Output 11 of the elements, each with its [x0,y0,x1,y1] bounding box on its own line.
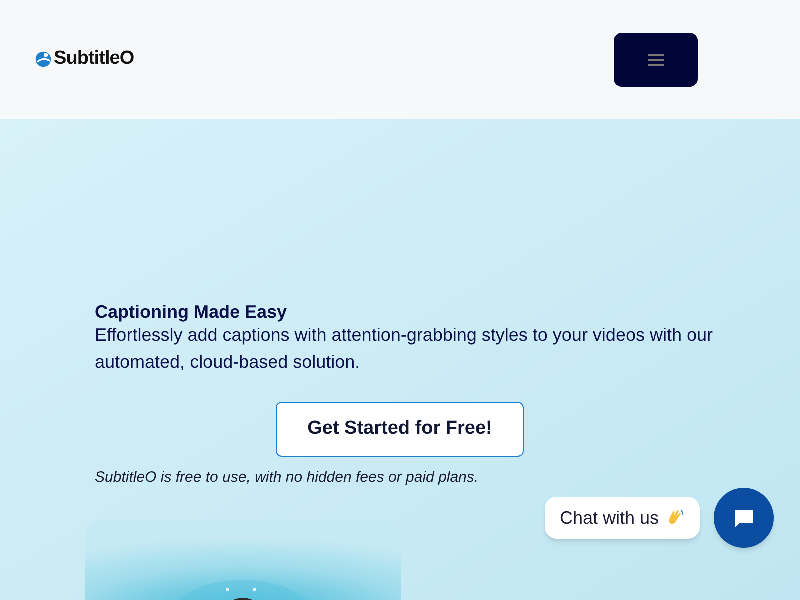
chat-button[interactable] [714,488,774,548]
free-note: SubtitleO is free to use, with no hidden fees or paid plans. [95,468,480,488]
menu-icon [648,52,664,66]
hero-title: Captioning Made Easy [95,302,288,322]
hero-subtitle: Effortlessly add captions with attention-grabbing styles to your videos with our automated, cloud-based solution. [95,324,714,374]
chat-bubble-icon [733,507,755,529]
logo-icon [35,51,52,68]
menu-button[interactable] [614,32,698,86]
get-started-button[interactable]: Get Started for Free! [276,402,524,457]
chat-prompt[interactable]: Chat with us [544,497,700,539]
logo-text[interactable]: SubtitleO [54,45,134,74]
